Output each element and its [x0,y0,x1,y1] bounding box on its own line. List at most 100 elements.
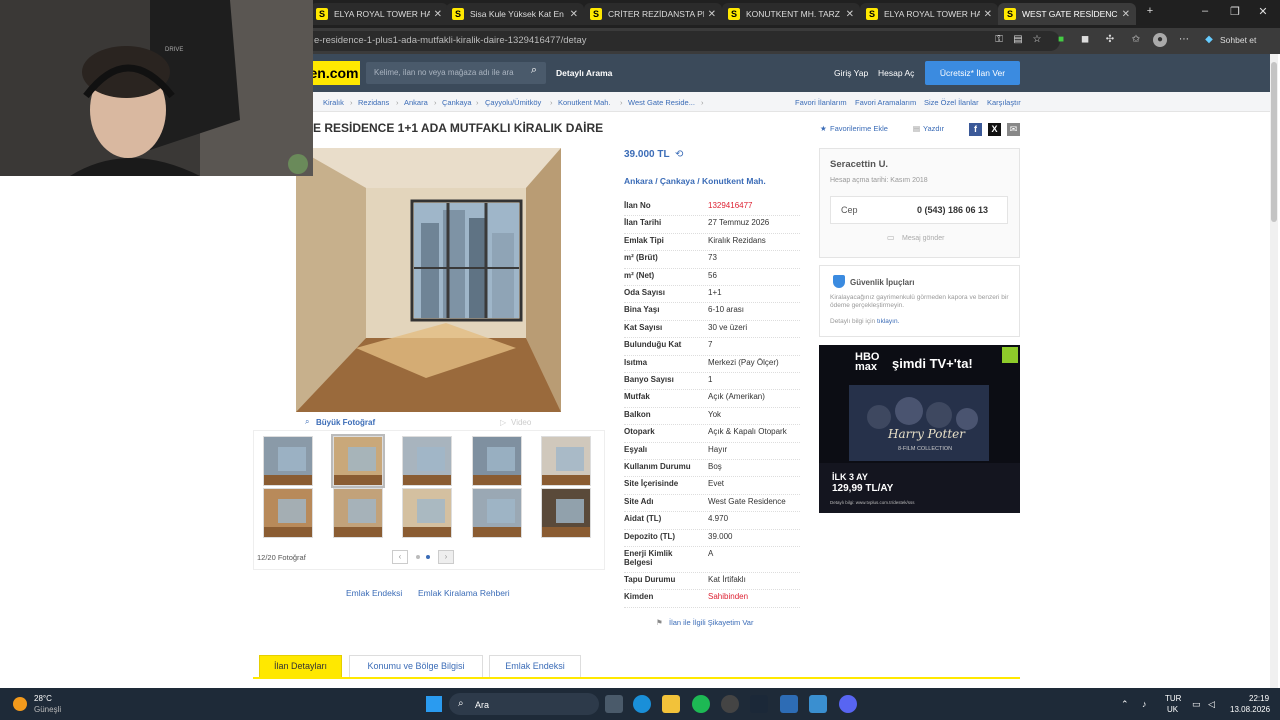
next-photo-button[interactable]: › [438,550,454,564]
phone-number[interactable]: 0 (543) 186 06 13 [917,205,988,215]
close-tab-icon[interactable]: ✕ [984,9,992,20]
keyboard-layout[interactable]: UK [1167,705,1178,714]
clock-time[interactable]: 22:19 [1249,694,1269,703]
network-icon[interactable]: ▭ [1192,699,1201,710]
puzzle-icon[interactable]: ✣ [1103,33,1117,47]
print-link[interactable]: Yazdır [923,124,944,133]
tab-real-estate-index[interactable]: Emlak Endeksi [489,655,581,678]
close-tab-icon[interactable]: ✕ [570,9,578,20]
breadcrumb-item[interactable]: Çayyolu/Ümitköy [485,98,541,107]
search-input[interactable]: Kelime, ilan no veya mağaza adı ile ara [366,62,546,84]
browser-tab[interactable]: SSisa Kule Yüksek Kat En Güze✕ [446,3,584,25]
rental-guide-link[interactable]: Emlak Kiralama Rehberi [418,588,510,598]
security-more-link[interactable]: tıklayın. [877,318,899,325]
browser-tab[interactable]: SCRİTER REZİDANSTA PRESTİJ✕ [584,3,722,25]
flag-icon[interactable]: ⚑ [656,618,663,627]
file-explorer-icon[interactable] [662,695,680,713]
more-menu-icon[interactable]: ⋯ [1177,33,1191,47]
star-icon[interactable]: ★ [820,124,827,133]
extension-icon[interactable]: ■ [1054,33,1068,47]
chat-button[interactable]: Sohbet et [1220,35,1256,45]
photo-thumbnail[interactable] [402,436,452,486]
prev-photo-button[interactable]: ‹ [392,550,408,564]
extension-icon[interactable]: ◼ [1078,33,1092,47]
site-logo[interactable]: en.com [308,61,360,85]
mic-icon[interactable]: ♪ [1142,699,1147,709]
browser-tab[interactable]: SELYA ROYAL TOWER HAZIR 3✕ [860,3,998,25]
tray-chevron-icon[interactable]: ⌃ [1121,699,1129,710]
pager-dot[interactable] [416,555,420,559]
photos-icon[interactable] [809,695,827,713]
copilot-icon[interactable]: ◆ [1202,33,1216,47]
close-window-icon[interactable]: ✕ [1253,5,1273,18]
reader-icon[interactable]: ▤ [1011,33,1025,47]
app-icon[interactable] [721,695,739,713]
send-message-link[interactable]: Mesaj gönder [902,235,944,242]
scrollbar-thumb[interactable] [1271,62,1277,222]
close-tab-icon[interactable]: ✕ [434,9,442,20]
main-photo[interactable] [296,148,561,412]
breadcrumb-item[interactable]: Çankaya [442,98,472,107]
location-city[interactable]: Ankara [624,176,653,186]
register-link[interactable]: Hesap Aç [878,68,914,78]
edge-icon[interactable] [633,695,651,713]
photo-thumbnail[interactable] [472,436,522,486]
breadcrumb-item[interactable]: West Gate Reside... [628,98,695,107]
key-icon[interactable]: ⚿ [992,33,1006,47]
tab-location-info[interactable]: Konumu ve Bölge Bilgisi [349,655,483,678]
compare-link[interactable]: Karşılaştır [987,98,1021,107]
new-tab-button[interactable]: + [1140,5,1160,17]
price-history-icon[interactable]: ⟲ [675,149,683,160]
special-listings-link[interactable]: Size Özel İlanlar [924,98,979,107]
weather-text[interactable]: Güneşli [34,705,61,714]
close-tab-icon[interactable]: ✕ [708,9,716,20]
language[interactable]: TUR [1165,694,1181,703]
taskbar-search[interactable] [449,693,599,715]
browser-tab[interactable]: SKONUTKENT MH. TARZ ANS✕ [722,3,860,25]
start-icon[interactable] [426,696,442,712]
location-neighborhood[interactable]: Konutkent Mah. [702,176,766,186]
volume-icon[interactable]: ◁ [1208,699,1215,710]
clock-date[interactable]: 13.08.2026 [1230,705,1270,714]
real-estate-index-link[interactable]: Emlak Endeksi [346,588,402,598]
task-view-icon[interactable] [605,695,623,713]
breadcrumb-item[interactable]: Konutkent Mah. [558,98,611,107]
photo-thumbnail[interactable] [541,488,591,538]
photo-thumbnail[interactable] [402,488,452,538]
breadcrumb-item[interactable]: Rezidans [358,98,389,107]
close-tab-icon[interactable]: ✕ [1122,9,1130,20]
search-icon[interactable]: ⌕ [526,64,542,80]
minimize-icon[interactable]: – [1195,5,1215,17]
app-icon[interactable] [780,695,798,713]
weather-temp[interactable]: 28°C [34,694,52,703]
location-district[interactable]: Çankaya [660,176,695,186]
add-favorite-link[interactable]: Favorilerime Ekle [830,124,888,133]
detailed-search-link[interactable]: Detaylı Arama [556,68,612,78]
message-icon[interactable]: ▭ [887,233,895,242]
x-icon[interactable]: X [988,123,1001,136]
photo-thumbnail[interactable] [541,436,591,486]
photo-thumbnail[interactable] [331,434,385,488]
post-ad-button[interactable]: Ücretsiz* İlan Ver [925,61,1020,85]
close-tab-icon[interactable]: ✕ [846,9,854,20]
favorite-searches-link[interactable]: Favori Aramalarım [855,98,916,107]
spotify-icon[interactable] [692,695,710,713]
print-icon[interactable]: ▤ [913,124,920,133]
url-field[interactable]: e-residence-1-plus1-ada-mutfakli-kiralik… [300,31,1060,51]
mail-icon[interactable]: ✉ [1007,123,1020,136]
big-photo-button[interactable]: Büyük Fotoğraf [316,418,375,427]
login-link[interactable]: Giriş Yap [834,68,868,78]
photo-thumbnail[interactable] [263,488,313,538]
pager-dot-active[interactable] [426,555,430,559]
star-icon[interactable]: ☆ [1030,33,1044,47]
breadcrumb-item[interactable]: Ankara [404,98,428,107]
browser-tab-active[interactable]: SWEST GATE RESİDENCE 1+1✕ [998,3,1136,25]
breadcrumb-item[interactable]: Kiralık [323,98,344,107]
magnifier-icon[interactable]: ⌕ [305,417,309,427]
complaint-link[interactable]: İlan ile İlgili Şikayetim Var [669,618,753,627]
favorites-icon[interactable]: ✩ [1129,33,1143,47]
weather-icon[interactable] [13,697,27,711]
photo-thumbnail[interactable] [333,488,383,538]
discord-icon[interactable] [839,695,857,713]
facebook-icon[interactable]: f [969,123,982,136]
